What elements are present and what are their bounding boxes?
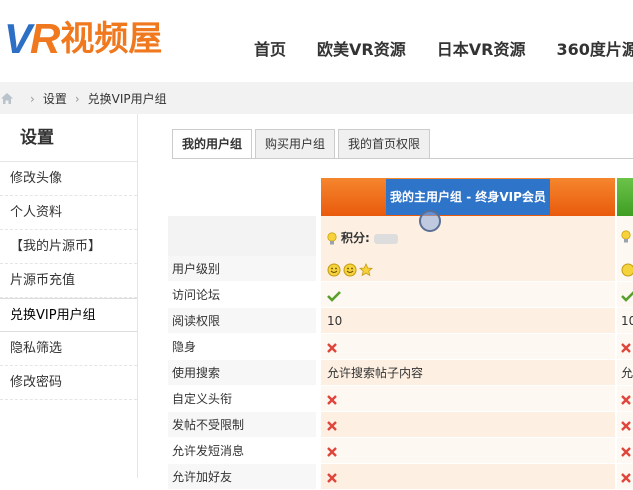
tab-divider [172,158,633,159]
cross-icon [327,394,337,405]
mouse-cursor-indicator [419,210,441,232]
cross-icon [621,420,631,431]
main-group-header: 我的主用户组 - 终身VIP会员 [321,178,615,216]
second-group-cell [617,464,633,490]
sidebar-item-password[interactable]: 修改密码 [0,366,137,400]
smiley-icon [621,263,633,276]
second-group-cell: 允 [617,360,633,386]
score-value-hidden [373,233,398,244]
nav-western-vr[interactable]: 欧美VR资源 [317,36,406,60]
sidebar-title: 设置 [0,114,137,162]
score-label: 积分: [341,231,370,245]
row-label: 自定义头衔 [168,386,316,412]
check-icon [621,290,633,302]
sidebar-item-profile[interactable]: 个人资料 [0,196,137,230]
cell-forum-access [321,282,615,308]
second-group-cell [617,334,633,360]
second-group-score [617,216,633,256]
tab-bar: 我的用户组 购买用户组 我的首页权限 [172,129,433,159]
cell-add-friend [321,464,615,490]
breadcrumb-separator: › [30,91,35,106]
check-icon [327,290,341,302]
row-label: 阅读权限 [168,308,316,334]
cell-invisible [321,334,615,360]
cross-icon [621,446,631,457]
row-label: 允许发短消息 [168,438,316,464]
second-group-cell [617,282,633,308]
cell-read-permission: 10 [321,308,615,334]
cross-icon [621,394,631,405]
second-group-cell [617,256,633,282]
main-group-title: 我的主用户组 - 终身VIP会员 [386,179,550,215]
sidebar-item-vip-exchange[interactable]: 兑换VIP用户组 [0,298,137,332]
nav-home[interactable]: 首页 [254,36,286,60]
second-group-cell [617,386,633,412]
cell-post-unlimited [321,412,615,438]
nav-japan-vr[interactable]: 日本VR资源 [437,36,526,60]
cell-custom-title [321,386,615,412]
home-icon[interactable] [0,92,14,105]
second-group-header [617,178,633,216]
sidebar-item-avatar[interactable]: 修改头像 [0,162,137,196]
breadcrumb-bar: › 设置 › 兑换VIP用户组 [0,82,633,114]
logo-text: 视频屋 [60,19,163,59]
site-logo[interactable]: VR 视频屋 [4,14,162,64]
star-icon [359,262,373,276]
site-header: VR 视频屋 首页 欧美VR资源 日本VR资源 360度片源 [0,0,633,80]
cross-icon [327,420,337,431]
breadcrumb-separator: › [74,91,80,106]
cross-icon [327,446,337,457]
tab-home-permissions[interactable]: 我的首页权限 [338,129,431,159]
row-label: 隐身 [168,334,316,360]
score-row: 积分: [321,216,615,256]
row-label: 使用搜索 [168,360,316,386]
second-group-cell [617,438,633,464]
lightbulb-icon [327,231,337,244]
breadcrumb-settings[interactable]: 设置 [43,90,67,107]
row-label: 允许加好友 [168,464,316,490]
settings-sidebar: 设置 修改头像 个人资料 【我的片源币】 片源币充值 兑换VIP用户组 隐私筛选… [0,114,138,478]
smiley-icon [327,263,341,276]
lightbulb-icon [621,230,631,243]
smiley-icon [343,263,357,276]
logo-mark: VR [4,15,60,62]
cell-search: 允许搜索帖子内容 [321,360,615,386]
tab-buy-groups[interactable]: 购买用户组 [255,129,336,159]
tab-my-groups[interactable]: 我的用户组 [172,129,253,159]
row-label: 发帖不受限制 [168,412,316,438]
cell-user-level [321,256,615,282]
cross-icon [327,342,337,353]
sidebar-item-privacy[interactable]: 隐私筛选 [0,332,137,366]
second-group-cell: 10 [617,308,633,334]
sidebar-item-recharge[interactable]: 片源币充值 [0,264,137,298]
label-header-blank [168,216,316,256]
main-nav: 首页 欧美VR资源 日本VR资源 360度片源 [254,36,633,60]
breadcrumb: › 设置 › 兑换VIP用户组 [0,90,167,107]
row-label: 用户级别 [168,256,316,282]
nav-360-video[interactable]: 360度片源 [556,36,633,60]
row-label: 访问论坛 [168,282,316,308]
sidebar-item-my-coins[interactable]: 【我的片源币】 [0,230,137,264]
breadcrumb-current[interactable]: 兑换VIP用户组 [88,90,167,107]
main-content: 我的用户组 购买用户组 我的首页权限 用户级别 访问论坛 阅读权限 隐身 使用搜… [139,114,633,490]
cell-send-pm [321,438,615,464]
second-group-cell [617,412,633,438]
cross-icon [621,342,631,353]
